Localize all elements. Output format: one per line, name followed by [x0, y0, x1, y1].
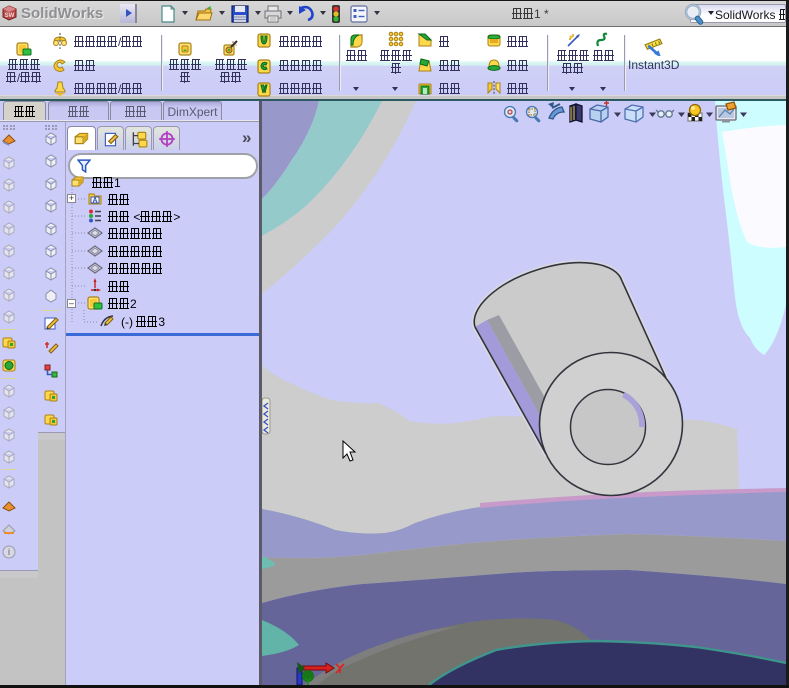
svg-text:SW: SW: [5, 13, 15, 19]
svg-text:i: i: [8, 547, 11, 557]
